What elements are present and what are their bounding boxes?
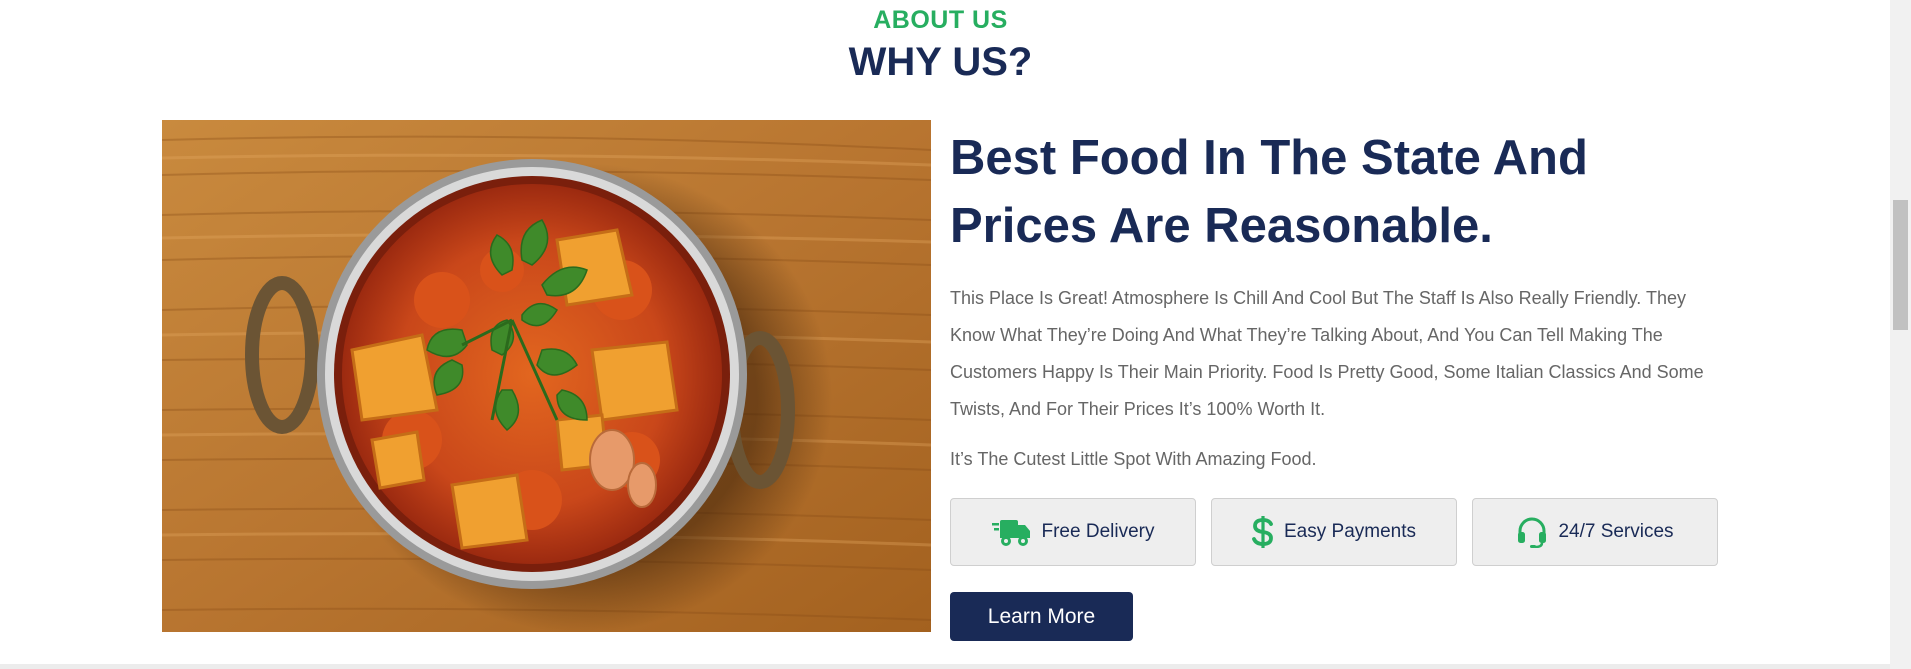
feature-label: Free Delivery [1041, 521, 1155, 542]
learn-more-button[interactable]: Learn More [950, 592, 1133, 641]
feature-easy-payments: Easy Payments [1211, 498, 1457, 566]
headline-line-2: Prices Are Reasonable. [950, 199, 1493, 253]
headset-icon [1516, 516, 1548, 548]
scrollbar[interactable] [1890, 0, 1911, 669]
headline-line-1: Best Food In The State And [950, 131, 1588, 185]
section-title: WHY US? [848, 40, 1033, 84]
feature-free-delivery: Free Delivery [950, 498, 1196, 566]
truck-icon [991, 516, 1032, 548]
about-content: Best Food In The State And Prices Are Re… [950, 120, 1730, 641]
feature-label: 24/7 Services [1558, 521, 1674, 542]
about-headline: Best Food In The State And Prices Are Re… [950, 120, 1730, 260]
food-image [162, 120, 931, 632]
features-row: Free Delivery Easy Payments 24/7 Service… [950, 498, 1720, 568]
about-paragraph-1: This Place Is Great! Atmosphere Is Chill… [950, 288, 1704, 419]
feature-label: Easy Payments [1284, 521, 1416, 542]
page: ABOUT US WHY US? Best Food In The State … [0, 0, 1911, 669]
dollar-icon [1252, 515, 1274, 549]
feature-247-services: 24/7 Services [1472, 498, 1718, 566]
about-paragraph-2: It’s The Cutest Little Spot With Amazing… [950, 449, 1317, 469]
section-divider [0, 664, 1890, 669]
scrollbar-thumb[interactable] [1893, 200, 1908, 330]
section-subtitle: ABOUT US [873, 6, 1008, 34]
